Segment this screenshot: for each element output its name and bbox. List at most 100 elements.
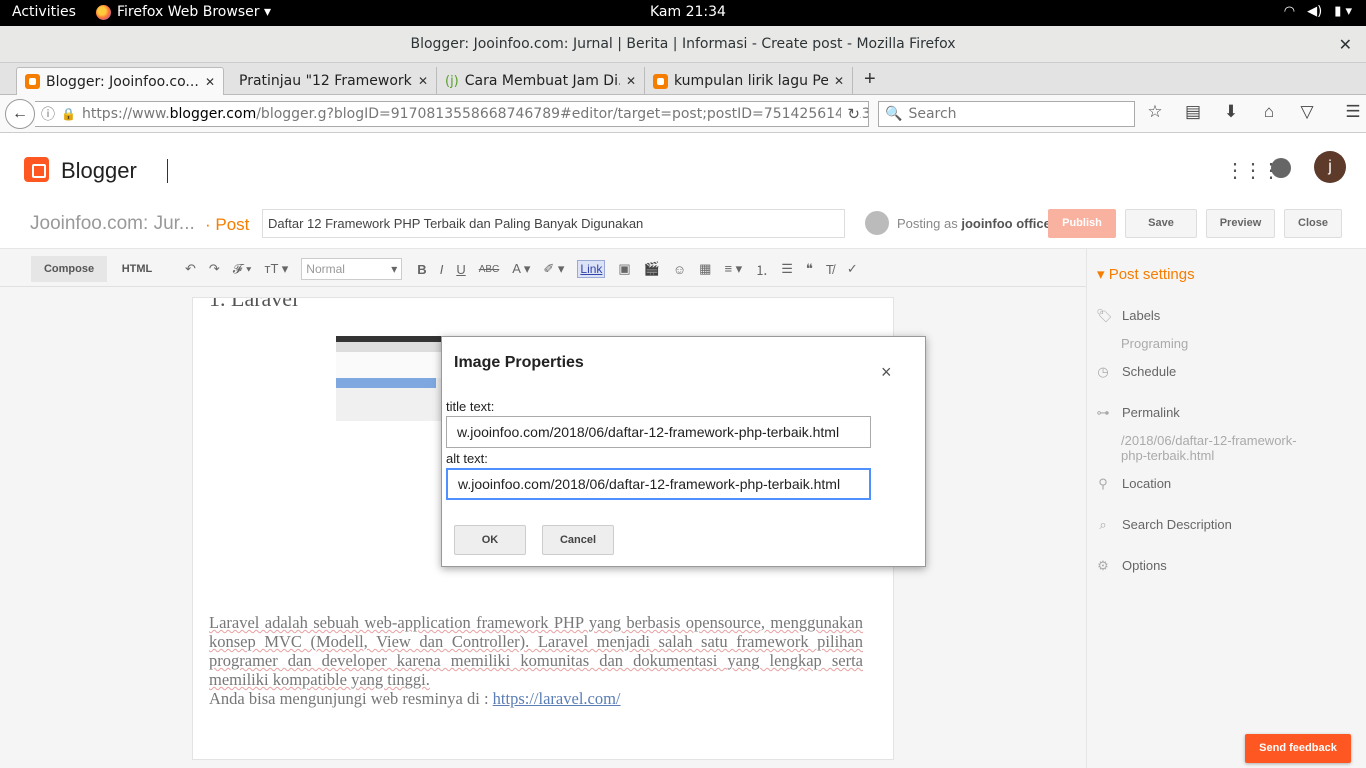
publish-button[interactable]: Publish (1048, 209, 1116, 238)
html-tab[interactable]: HTML (108, 256, 166, 282)
send-feedback-button[interactable]: Send feedback (1245, 734, 1351, 763)
font-size-icon[interactable]: тT ▾ (264, 261, 288, 277)
options-item[interactable]: ⚙ Options (1096, 558, 1167, 573)
preview-button[interactable]: Preview (1206, 209, 1275, 238)
lock-icon: 🔒 (61, 107, 76, 121)
tab-kumpulan-lirik[interactable]: kumpulan lirik lagu Pe... ✕ (645, 67, 853, 95)
header-divider (167, 159, 168, 183)
underline-icon[interactable]: U (456, 262, 465, 277)
dialog-close-icon[interactable]: × (881, 362, 892, 383)
labels-value: Programing (1121, 336, 1189, 351)
new-tab-button[interactable]: + (864, 68, 876, 91)
close-icon[interactable]: ✕ (205, 75, 215, 89)
hamburger-menu-icon[interactable]: ☰ (1343, 102, 1363, 122)
permalink-item[interactable]: ⊶ Permalink (1096, 405, 1180, 420)
jump-break-icon[interactable]: ▦ (699, 261, 711, 277)
blogger-title[interactable]: Blogger (61, 158, 137, 184)
post-settings-sidebar: ▾ Post settings 🏷 Labels Programing ◷ Sche… (1086, 249, 1366, 768)
tab-pratinjau[interactable]: Pratinjau "12 Framework ... ✕ (225, 67, 437, 95)
insert-video-icon[interactable]: 🎬 (644, 261, 660, 277)
dialog-title: Image Properties (454, 354, 584, 371)
download-icon[interactable]: ⬇ (1221, 102, 1241, 122)
strikethrough-icon[interactable]: ABC (479, 264, 500, 275)
tab-blogger[interactable]: Blogger: Jooinfoo.co... ✕ (16, 67, 224, 95)
ok-button[interactable]: OK (454, 525, 526, 555)
post-settings-heading[interactable]: ▾ Post settings (1097, 265, 1195, 283)
align-icon[interactable]: ≡ ▾ (724, 261, 742, 277)
blog-name[interactable]: Jooinfoo.com: Jur... (30, 213, 195, 235)
remove-format-icon[interactable]: T̸ (826, 262, 834, 277)
spellcheck-icon[interactable]: ✓ (847, 261, 858, 277)
tab-cara-membuat[interactable]: (j) Cara Membuat Jam Di... ✕ (437, 67, 645, 95)
quote-icon[interactable]: ❝ (806, 261, 813, 277)
search-placeholder: Search (908, 106, 957, 122)
system-tray[interactable]: ◠ ◀) ▮ ▾ (1284, 4, 1352, 19)
permalink-value: /2018/06/daftar-12-framework-php-terbaik… (1121, 433, 1297, 463)
j-icon: (j) (445, 73, 459, 89)
post-heading[interactable]: 1. Laravel (209, 298, 298, 312)
numbered-list-icon[interactable]: ⒈ (755, 260, 768, 279)
body-paragraph: Laravel adalah sebuah web-application fr… (209, 613, 863, 689)
url-text: https://www.blogger.com/blogger.g?blogID… (81, 106, 869, 122)
bookmark-star-icon[interactable]: ☆ (1145, 102, 1165, 122)
compose-tab[interactable]: Compose (31, 256, 107, 282)
back-arrow-icon: ← (12, 105, 28, 122)
insert-image-icon[interactable]: ▣ (618, 261, 630, 277)
cancel-button[interactable]: Cancel (542, 525, 614, 555)
reading-list-icon[interactable]: ▤ (1183, 102, 1203, 122)
title-text-input[interactable] (446, 416, 871, 448)
post-title-input[interactable] (262, 209, 845, 238)
schedule-item[interactable]: ◷ Schedule (1096, 364, 1176, 379)
link-button[interactable]: Link (577, 260, 606, 278)
blogger-icon (653, 73, 668, 89)
gear-icon: ⚙ (1097, 557, 1109, 573)
close-button[interactable]: Close (1284, 209, 1342, 238)
url-bar[interactable]: ⓘ 🔒 https://www.blogger.com/blogger.g?bl… (35, 101, 869, 127)
wifi-icon: ◠ (1283, 4, 1296, 19)
save-button[interactable]: Save (1125, 209, 1197, 238)
close-icon[interactable]: ✕ (834, 74, 844, 88)
activities-button[interactable]: Activities (12, 4, 76, 20)
toolbar-icons: ☆ ▤ ⬇ ⌂ ▽ ☰ (1145, 102, 1363, 122)
highlight-color-icon[interactable]: ✐ ▾ (543, 261, 564, 277)
close-icon[interactable]: ✕ (418, 74, 428, 88)
location-item[interactable]: ⚲ Location (1096, 476, 1171, 491)
visit-line: Anda bisa mengunjungi web resminya di : … (209, 689, 621, 708)
info-icon[interactable]: ⓘ (41, 104, 55, 124)
laravel-link[interactable]: https://laravel.com/ (493, 689, 621, 708)
alt-text-input[interactable] (446, 468, 871, 500)
tag-icon: 🏷 (1096, 307, 1113, 323)
posting-as-label: Posting as jooinfoo office (897, 215, 1051, 231)
search-description-item[interactable]: ⌕ Search Description (1096, 517, 1231, 532)
post-body[interactable]: Laravel adalah sebuah web-application fr… (209, 613, 863, 708)
account-avatar[interactable]: j (1314, 151, 1346, 183)
title-text-label: title text: (446, 399, 495, 414)
back-button[interactable]: ← (5, 99, 35, 129)
post-label: · Post (205, 215, 250, 234)
blogger-header: Blogger ⋮⋮⋮ j (0, 133, 1366, 205)
font-family-icon[interactable]: 𝓕 ▾ (233, 261, 252, 277)
notifications-bell-icon[interactable] (1271, 158, 1291, 178)
italic-icon[interactable]: I (440, 262, 444, 277)
reload-icon[interactable]: ↻ (841, 105, 860, 123)
tab-label: kumpulan lirik lagu Pe... (674, 73, 828, 89)
home-icon[interactable]: ⌂ (1259, 102, 1279, 122)
undo-icon[interactable]: ↶ (185, 261, 196, 277)
search-input[interactable]: 🔍 Search (878, 101, 1135, 127)
paragraph-format-select[interactable]: Normal (301, 258, 403, 280)
format-buttons: ↶ ↷ 𝓕 ▾ тT ▾ Normal B I U ABC A ▾ ✐ ▾ Li… (185, 258, 871, 280)
emoji-icon[interactable]: ☺ (673, 262, 686, 277)
text-color-icon[interactable]: A ▾ (512, 261, 530, 277)
window-close-button[interactable]: ✕ (1339, 26, 1352, 63)
location-pin-icon: ⚲ (1098, 475, 1108, 491)
redo-icon[interactable]: ↷ (209, 261, 220, 277)
bulleted-list-icon[interactable]: ☰ (781, 261, 793, 277)
close-icon[interactable]: ✕ (626, 74, 636, 88)
pocket-icon[interactable]: ▽ (1297, 102, 1317, 122)
blogger-logo-icon[interactable] (24, 157, 49, 182)
labels-item[interactable]: 🏷 Labels (1096, 308, 1160, 323)
bold-icon[interactable]: B (417, 262, 426, 277)
blogger-icon (25, 74, 40, 89)
app-menu[interactable]: Firefox Web Browser ▾ (96, 4, 271, 20)
clock[interactable]: Kam 21:34 (650, 4, 726, 20)
